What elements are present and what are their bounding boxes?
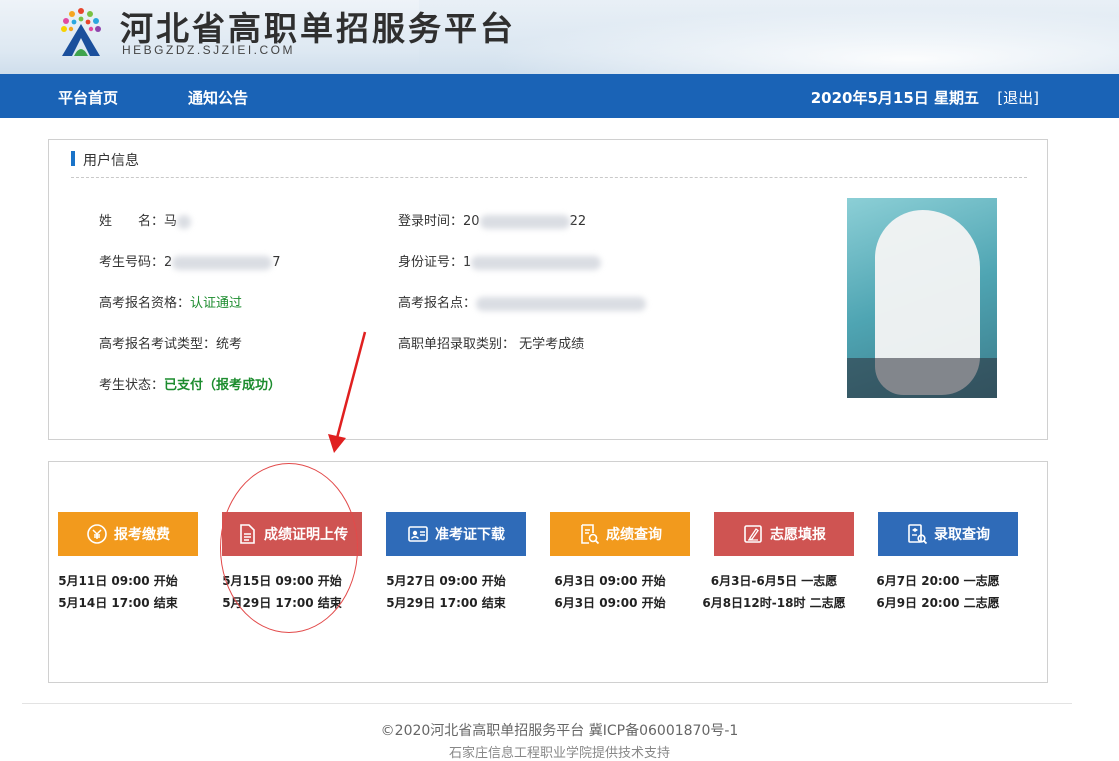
payment-icon	[86, 523, 108, 545]
edit-icon	[742, 523, 764, 545]
admission-query-second: 6月9日 20:00 二志愿	[876, 596, 1000, 610]
report-search-icon	[578, 523, 600, 545]
exam-number-label: 考生号码：	[99, 255, 165, 270]
admission-ticket-start: 5月27日 09:00 开始	[386, 574, 506, 588]
login-time-field: 登录时间：20 22	[398, 210, 586, 229]
admission-category-field: 高职单招录取类别： 无学考成绩	[398, 333, 584, 352]
id-number-label: 身份证号：	[398, 255, 464, 270]
redacted-registration-site	[476, 296, 647, 311]
document-icon	[236, 523, 258, 545]
admission-ticket-end: 5月29日 17:00 结束	[386, 596, 506, 610]
current-date: 2020年5月15日 星期五	[810, 89, 979, 107]
admission-query-first: 6月7日 20:00 一志愿	[876, 574, 1000, 588]
application-second: 6月8日12时-18时 二志愿	[702, 596, 846, 610]
registration-site-field: 高考报名点：	[398, 292, 647, 311]
exam-type-value: 统考	[216, 337, 243, 352]
id-number-value: 1	[463, 255, 472, 270]
footer-divider	[22, 703, 1072, 704]
tile-payment-button[interactable]: 报考缴费	[58, 512, 198, 556]
nav-notice[interactable]: 通知公告	[188, 87, 248, 108]
photo-shadow	[847, 358, 997, 398]
name-field: 姓 名：马	[99, 210, 192, 229]
tile-score-query-label: 成绩查询	[606, 527, 662, 543]
tile-score-upload-label: 成绩证明上传	[264, 527, 348, 543]
redacted-id-number	[471, 255, 602, 270]
name-label: 姓 名：	[99, 214, 165, 229]
admission-category-label: 高职单招录取类别：	[398, 337, 516, 352]
score-query-end: 6月3日 09:00 开始	[554, 596, 666, 610]
tile-score-query-button[interactable]: 成绩查询	[550, 512, 690, 556]
student-photo	[847, 198, 997, 398]
redacted-name	[177, 214, 192, 229]
site-url: HEBGZDZ.SJZIEI.COM	[122, 43, 296, 57]
login-time-label: 登录时间：	[398, 214, 464, 229]
login-time-value: 20	[463, 214, 480, 229]
footer-tech-support: 石家庄信息工程职业学院提供技术支持	[448, 746, 670, 761]
logout-link[interactable]: [退出]	[997, 87, 1039, 108]
exam-number-value: 2	[164, 255, 173, 270]
tile-application-label: 志愿填报	[770, 527, 826, 543]
application-schedule: 6月3日-6月5日 一志愿 6月8日12时-18时 二志愿	[694, 570, 854, 614]
divider	[71, 177, 1027, 178]
payment-end: 5月14日 17:00 结束	[58, 596, 178, 610]
admission-ticket-schedule: 5月27日 09:00 开始 5月29日 17:00 结束	[366, 570, 526, 614]
tile-score-upload-button[interactable]: 成绩证明上传	[222, 512, 362, 556]
admission-search-icon	[906, 523, 928, 545]
main-nav: 平台首页 通知公告 2020年5月15日 星期五 [退出]	[0, 74, 1119, 118]
id-card-icon	[407, 523, 429, 545]
application-first: 6月3日-6月5日 一志愿	[710, 574, 838, 588]
score-query-start: 6月3日 09:00 开始	[554, 574, 666, 588]
registration-site-label: 高考报名点：	[398, 296, 477, 311]
login-time-tail: 22	[569, 214, 587, 229]
tile-admission-query-label: 录取查询	[934, 527, 990, 543]
name-value: 马	[164, 214, 178, 229]
exam-number-field: 考生号码：2 7	[99, 251, 281, 270]
redacted-login-time	[479, 214, 570, 229]
tile-admission-query-button[interactable]: 录取查询	[878, 512, 1018, 556]
nav-home[interactable]: 平台首页	[58, 87, 118, 108]
tile-admission-ticket-label: 准考证下载	[435, 527, 505, 543]
status-value: 已支付（报考成功）	[164, 378, 282, 393]
header-sky-background	[419, 0, 1119, 74]
score-upload-end: 5月29日 17:00 结束	[222, 596, 342, 610]
user-info-title: 用户信息	[71, 150, 139, 170]
score-upload-start: 5月15日 09:00 开始	[222, 574, 342, 588]
tile-admission-ticket-button[interactable]: 准考证下载	[386, 512, 526, 556]
payment-start: 5月11日 09:00 开始	[58, 574, 178, 588]
redacted-exam-number	[172, 255, 273, 270]
qualification-value: 认证通过	[190, 296, 243, 311]
site-logo-icon	[61, 8, 101, 56]
qualification-label: 高考报名资格：	[99, 296, 191, 311]
status-field: 考生状态：已支付（报考成功）	[99, 374, 281, 393]
exam-number-tail: 7	[272, 255, 281, 270]
qualification-field: 高考报名资格：认证通过	[99, 292, 242, 311]
footer-copyright: ©2020河北省高职单招服务平台 冀ICP备06001870号-1	[380, 723, 739, 739]
site-header: 河北省高职单招服务平台 HEBGZDZ.SJZIEI.COM	[0, 0, 1119, 74]
id-number-field: 身份证号：1	[398, 251, 602, 270]
services-panel: 报考缴费 5月11日 09:00 开始 5月14日 17:00 结束 成绩证明上…	[48, 461, 1048, 683]
tile-payment-label: 报考缴费	[114, 527, 170, 543]
status-label: 考生状态：	[99, 378, 165, 393]
score-query-schedule: 6月3日 09:00 开始 6月3日 09:00 开始	[530, 570, 690, 614]
exam-type-field: 高考报名考试类型：统考	[99, 333, 242, 352]
score-upload-schedule: 5月15日 09:00 开始 5月29日 17:00 结束	[202, 570, 362, 614]
admission-category-value: 无学考成绩	[519, 337, 585, 352]
tile-application-button[interactable]: 志愿填报	[714, 512, 854, 556]
exam-type-label: 高考报名考试类型：	[99, 337, 217, 352]
admission-query-schedule: 6月7日 20:00 一志愿 6月9日 20:00 二志愿	[858, 570, 1018, 614]
user-info-panel: 用户信息 姓 名：马 登录时间：20 22 考生号码：2 7 身份证号：1 高考报名…	[48, 139, 1048, 440]
payment-schedule: 5月11日 09:00 开始 5月14日 17:00 结束	[38, 570, 198, 614]
